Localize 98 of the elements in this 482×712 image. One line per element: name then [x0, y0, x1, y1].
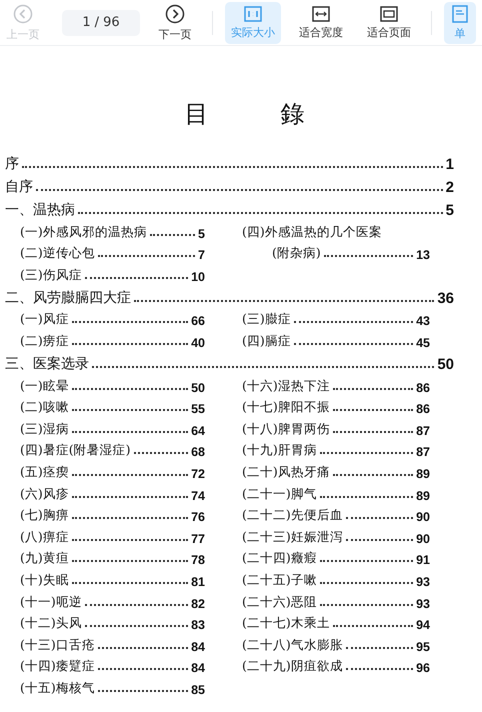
entry-title: 二、风劳臌膈四大症	[5, 288, 131, 307]
entry-title: (二十五)子嗽	[242, 572, 317, 589]
page-number: 10	[191, 270, 205, 284]
page-number: 74	[191, 488, 205, 503]
page-number: 93	[416, 574, 430, 589]
entry-title: (十三)口舌疮	[20, 636, 95, 654]
entry-title: 三、医案选录	[5, 354, 89, 373]
entry-title: (二十二)先便后血	[242, 507, 343, 524]
page-number: 95	[416, 640, 430, 654]
entry-title: (五)痉瘈	[20, 464, 69, 481]
width-arrows-icon	[312, 6, 330, 22]
page-number: 55	[191, 402, 205, 416]
page-number: 89	[416, 466, 430, 481]
page-number: 50	[191, 380, 205, 395]
entry-title: (四)外感温热的几个医案	[242, 224, 382, 241]
page-number: 87	[416, 424, 430, 438]
page-frame-icon	[380, 6, 398, 22]
next-page-button[interactable]: 下一页	[152, 2, 198, 44]
entry-title: (二)逆传心包	[20, 245, 95, 262]
chevron-right-icon	[165, 4, 185, 24]
entry-title: (二十四)癥瘕	[242, 550, 317, 568]
page-number: 50	[437, 356, 454, 373]
entry-title: (八)痹症	[20, 528, 69, 546]
page-number: 72	[191, 466, 205, 481]
entry-title: (四)膈症	[242, 332, 291, 350]
page-number: 94	[416, 618, 430, 632]
one-to-one-icon	[244, 6, 262, 22]
page-number: 78	[191, 553, 205, 568]
entry-title: (十四)痿躄症	[20, 658, 95, 676]
entry-title: (三)湿病	[20, 420, 69, 438]
page-number: 5	[446, 202, 454, 219]
page-number: 90	[416, 532, 430, 546]
entry-title: (一)风症	[20, 311, 69, 328]
single-page-icon	[452, 4, 468, 22]
entry-title: (附杂病)	[272, 245, 321, 262]
page-number: 91	[416, 553, 430, 568]
entry-title: (二十七)木乘土	[242, 615, 330, 632]
page-number: 66	[191, 314, 205, 328]
entry-title: (十八)脾胃两伤	[242, 420, 330, 438]
page-number: 81	[191, 574, 205, 589]
page-number: 76	[191, 510, 205, 524]
page-number: 40	[191, 336, 205, 350]
entry-title: (三)臌症	[242, 311, 291, 328]
entry-title: (十五)梅核气	[20, 680, 95, 697]
chevron-left-icon	[13, 4, 33, 24]
current-page-number: 1	[82, 15, 91, 30]
entry-title: (二十八)气水膨胀	[242, 636, 343, 654]
page-number: 5	[198, 226, 205, 241]
page-number: 87	[416, 445, 430, 460]
page-number: 86	[416, 402, 430, 416]
entry-title: (十七)脾阳不振	[242, 399, 330, 416]
page-number: 45	[416, 336, 430, 350]
entry-title: (二)咳嗽	[20, 399, 69, 416]
page-number: 85	[191, 682, 205, 697]
page-number: 93	[416, 596, 430, 610]
entry-title: (三)伤风症	[20, 266, 82, 284]
page-total: / 96	[94, 15, 120, 30]
page-number: 86	[416, 380, 430, 395]
entry-title: (二十)风热牙痛	[242, 464, 330, 481]
page-number: 43	[416, 314, 430, 328]
contents-title: 目 錄	[184, 99, 306, 130]
entry-title: (六)风疹	[20, 486, 69, 503]
entry-title: (十)失眠	[20, 572, 69, 589]
page-number: 68	[191, 445, 205, 460]
page-number: 89	[416, 488, 430, 503]
page-number: 2	[446, 179, 454, 196]
page-number: 77	[191, 532, 205, 546]
page-number: 64	[191, 424, 205, 438]
entry-title: (十二)头风	[20, 615, 82, 632]
page-number: 13	[416, 248, 430, 262]
entry-title: (一)眩晕	[20, 378, 69, 395]
page-number-field[interactable]: 1 / 96	[62, 10, 140, 36]
page-number: 84	[191, 661, 205, 676]
entry-title: (四)暑症(附暑湿症)	[20, 442, 131, 460]
page-number: 82	[191, 596, 205, 610]
entry-title: (一)外感风邪的温热病	[20, 224, 147, 241]
page-number: 1	[446, 156, 454, 173]
entry-title: (十一)呃逆	[20, 594, 82, 610]
entry-title: (二十三)妊娠泄泻	[242, 528, 343, 546]
page-number: 96	[416, 661, 430, 676]
entry-title: (十九)肝胃病	[242, 442, 317, 460]
entry-title: (二十九)阴疽欲成	[242, 658, 343, 676]
page-number: 7	[198, 248, 205, 262]
entry-title: 自序	[5, 178, 33, 196]
entry-title: (九)黄疸	[20, 550, 69, 568]
page-number: 83	[191, 618, 205, 632]
entry-title: (七)胸痹	[20, 507, 69, 524]
page-number: 90	[416, 510, 430, 524]
entry-title: (二十六)恶阻	[242, 594, 317, 610]
entry-title: (二)痨症	[20, 332, 69, 350]
fit-page-button[interactable]: 适合页面	[361, 2, 417, 44]
entry-title: (十六)湿热下注	[242, 378, 330, 395]
entry-title: (二十一)脚气	[242, 486, 317, 503]
page-number: 84	[191, 640, 205, 654]
entry-title: 序	[5, 155, 19, 173]
entry-title: 一、温热病	[5, 201, 75, 219]
fit-width-button[interactable]: 适合宽度	[293, 2, 349, 44]
page-number: 36	[437, 290, 454, 307]
